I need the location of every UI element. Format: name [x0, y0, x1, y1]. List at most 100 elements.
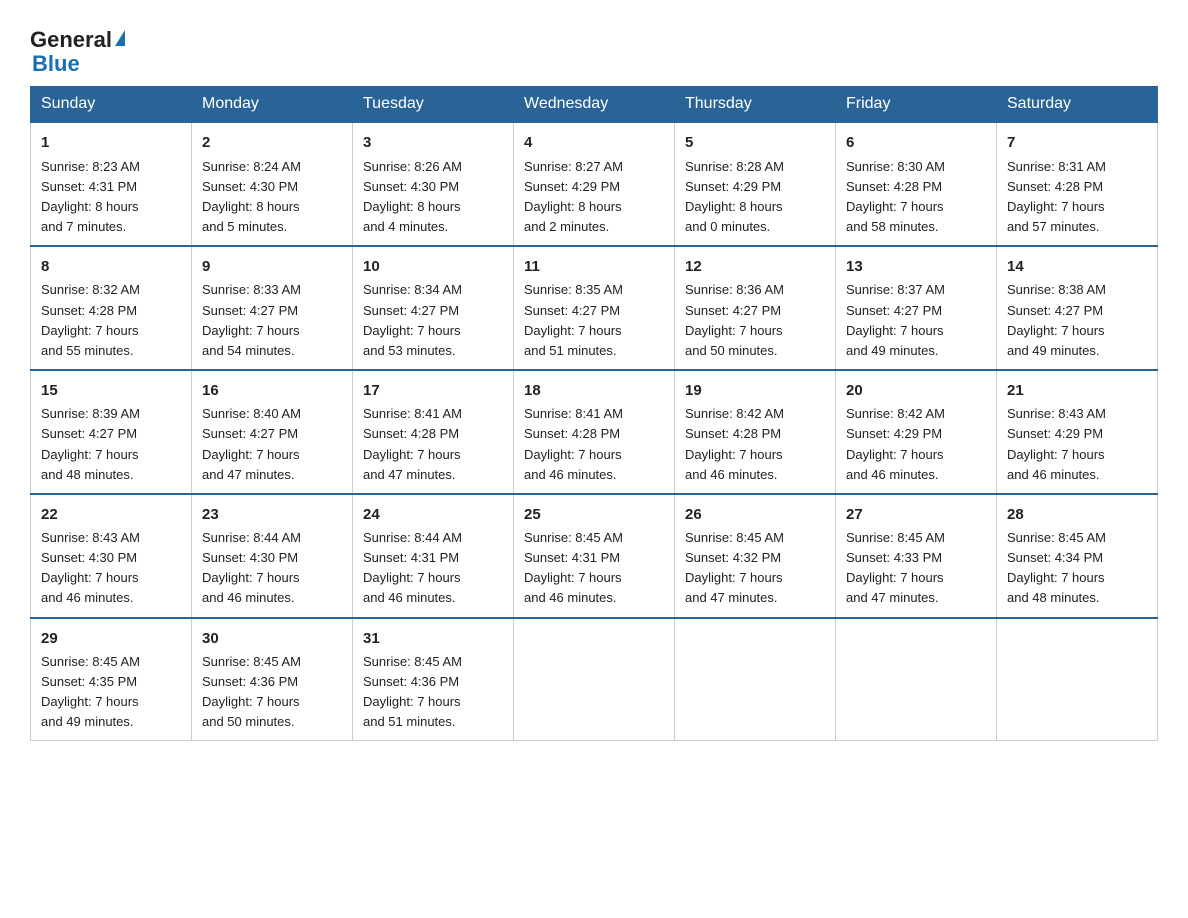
day-info: Sunrise: 8:30 AMSunset: 4:28 PMDaylight:…: [846, 157, 986, 238]
day-number: 12: [685, 255, 825, 278]
calendar-cell-week4-day3: 24Sunrise: 8:44 AMSunset: 4:31 PMDayligh…: [353, 494, 514, 618]
day-number: 25: [524, 503, 664, 526]
calendar-cell-week5-day2: 30Sunrise: 8:45 AMSunset: 4:36 PMDayligh…: [192, 618, 353, 741]
day-info: Sunrise: 8:41 AMSunset: 4:28 PMDaylight:…: [524, 404, 664, 485]
day-number: 18: [524, 379, 664, 402]
day-number: 13: [846, 255, 986, 278]
calendar-cell-week3-day6: 20Sunrise: 8:42 AMSunset: 4:29 PMDayligh…: [836, 370, 997, 494]
calendar-cell-week3-day3: 17Sunrise: 8:41 AMSunset: 4:28 PMDayligh…: [353, 370, 514, 494]
day-info: Sunrise: 8:37 AMSunset: 4:27 PMDaylight:…: [846, 280, 986, 361]
calendar-cell-week4-day6: 27Sunrise: 8:45 AMSunset: 4:33 PMDayligh…: [836, 494, 997, 618]
calendar-cell-week1-day5: 5 Sunrise: 8:28 AMSunset: 4:29 PMDaylight…: [675, 122, 836, 246]
day-number: 7: [1007, 131, 1147, 154]
calendar-cell-week1-day3: 3Sunrise: 8:26 AMSunset: 4:30 PMDaylight…: [353, 122, 514, 246]
day-info: Sunrise: 8:44 AMSunset: 4:30 PMDaylight:…: [202, 528, 342, 609]
day-number: 6: [846, 131, 986, 154]
calendar-week-5: 29Sunrise: 8:45 AMSunset: 4:35 PMDayligh…: [31, 618, 1158, 741]
calendar-body: 1Sunrise: 8:23 AMSunset: 4:31 PMDaylight…: [31, 122, 1158, 741]
calendar-cell-week3-day5: 19Sunrise: 8:42 AMSunset: 4:28 PMDayligh…: [675, 370, 836, 494]
day-info: Sunrise: 8:35 AMSunset: 4:27 PMDaylight:…: [524, 280, 664, 361]
day-number: 28: [1007, 503, 1147, 526]
calendar-cell-week4-day1: 22Sunrise: 8:43 AMSunset: 4:30 PMDayligh…: [31, 494, 192, 618]
weekday-header-row: SundayMondayTuesdayWednesdayThursdayFrid…: [31, 87, 1158, 123]
day-number: 26: [685, 503, 825, 526]
day-number: 29: [41, 627, 181, 650]
day-number: 24: [363, 503, 503, 526]
day-number: 19: [685, 379, 825, 402]
day-number: 15: [41, 379, 181, 402]
day-info: Sunrise: 8:34 AMSunset: 4:27 PMDaylight:…: [363, 280, 503, 361]
calendar-cell-week1-day6: 6 Sunrise: 8:30 AMSunset: 4:28 PMDaylight…: [836, 122, 997, 246]
logo-general: General: [30, 28, 112, 52]
calendar-cell-week4-day7: 28Sunrise: 8:45 AMSunset: 4:34 PMDayligh…: [997, 494, 1158, 618]
calendar-week-3: 15Sunrise: 8:39 AMSunset: 4:27 PMDayligh…: [31, 370, 1158, 494]
calendar-cell-week2-day4: 11Sunrise: 8:35 AMSunset: 4:27 PMDayligh…: [514, 246, 675, 370]
calendar-cell-week2-day3: 10Sunrise: 8:34 AMSunset: 4:27 PMDayligh…: [353, 246, 514, 370]
day-number: 10: [363, 255, 503, 278]
day-info: Sunrise: 8:41 AMSunset: 4:28 PMDaylight:…: [363, 404, 503, 485]
calendar-week-2: 8Sunrise: 8:32 AMSunset: 4:28 PMDaylight…: [31, 246, 1158, 370]
calendar-cell-week5-day5: [675, 618, 836, 741]
day-info: Sunrise: 8:38 AMSunset: 4:27 PMDaylight:…: [1007, 280, 1147, 361]
calendar-cell-week5-day4: [514, 618, 675, 741]
day-number: 22: [41, 503, 181, 526]
day-info: Sunrise: 8:31 AMSunset: 4:28 PMDaylight:…: [1007, 157, 1147, 238]
day-info: Sunrise: 8:28 AMSunset: 4:29 PMDaylight:…: [685, 157, 825, 238]
weekday-header-saturday: Saturday: [997, 87, 1158, 123]
calendar-cell-week4-day5: 26Sunrise: 8:45 AMSunset: 4:32 PMDayligh…: [675, 494, 836, 618]
calendar-cell-week1-day7: 7 Sunrise: 8:31 AMSunset: 4:28 PMDaylight…: [997, 122, 1158, 246]
calendar-week-1: 1Sunrise: 8:23 AMSunset: 4:31 PMDaylight…: [31, 122, 1158, 246]
logo-triangle-icon: [115, 30, 125, 46]
weekday-header-wednesday: Wednesday: [514, 87, 675, 123]
day-info: Sunrise: 8:39 AMSunset: 4:27 PMDaylight:…: [41, 404, 181, 485]
day-number: 23: [202, 503, 342, 526]
day-info: Sunrise: 8:45 AMSunset: 4:36 PMDaylight:…: [363, 652, 503, 733]
weekday-header-monday: Monday: [192, 87, 353, 123]
day-number: 20: [846, 379, 986, 402]
day-info: Sunrise: 8:42 AMSunset: 4:28 PMDaylight:…: [685, 404, 825, 485]
day-number: 3: [363, 131, 503, 154]
day-info: Sunrise: 8:40 AMSunset: 4:27 PMDaylight:…: [202, 404, 342, 485]
calendar-cell-week2-day5: 12Sunrise: 8:36 AMSunset: 4:27 PMDayligh…: [675, 246, 836, 370]
day-info: Sunrise: 8:33 AMSunset: 4:27 PMDaylight:…: [202, 280, 342, 361]
day-number: 14: [1007, 255, 1147, 278]
calendar-week-4: 22Sunrise: 8:43 AMSunset: 4:30 PMDayligh…: [31, 494, 1158, 618]
page-header: General Blue: [30, 20, 1158, 76]
calendar-cell-week3-day7: 21Sunrise: 8:43 AMSunset: 4:29 PMDayligh…: [997, 370, 1158, 494]
day-number: 21: [1007, 379, 1147, 402]
day-number: 30: [202, 627, 342, 650]
calendar-cell-week1-day2: 2 Sunrise: 8:24 AMSunset: 4:30 PMDaylight…: [192, 122, 353, 246]
day-info: Sunrise: 8:45 AMSunset: 4:35 PMDaylight:…: [41, 652, 181, 733]
day-info: Sunrise: 8:42 AMSunset: 4:29 PMDaylight:…: [846, 404, 986, 485]
day-info: Sunrise: 8:45 AMSunset: 4:33 PMDaylight:…: [846, 528, 986, 609]
calendar-cell-week2-day6: 13Sunrise: 8:37 AMSunset: 4:27 PMDayligh…: [836, 246, 997, 370]
day-number: 2: [202, 131, 342, 154]
day-info: Sunrise: 8:43 AMSunset: 4:29 PMDaylight:…: [1007, 404, 1147, 485]
day-info: Sunrise: 8:44 AMSunset: 4:31 PMDaylight:…: [363, 528, 503, 609]
calendar-cell-week2-day1: 8Sunrise: 8:32 AMSunset: 4:28 PMDaylight…: [31, 246, 192, 370]
day-info: Sunrise: 8:32 AMSunset: 4:28 PMDaylight:…: [41, 280, 181, 361]
day-number: 17: [363, 379, 503, 402]
day-info: Sunrise: 8:45 AMSunset: 4:36 PMDaylight:…: [202, 652, 342, 733]
calendar-cell-week4-day4: 25Sunrise: 8:45 AMSunset: 4:31 PMDayligh…: [514, 494, 675, 618]
day-info: Sunrise: 8:24 AMSunset: 4:30 PMDaylight:…: [202, 157, 342, 238]
logo: General Blue: [30, 28, 125, 76]
day-number: 4: [524, 131, 664, 154]
day-number: 1: [41, 131, 181, 154]
day-number: 31: [363, 627, 503, 650]
calendar-cell-week3-day2: 16Sunrise: 8:40 AMSunset: 4:27 PMDayligh…: [192, 370, 353, 494]
calendar-cell-week5-day6: [836, 618, 997, 741]
day-info: Sunrise: 8:27 AMSunset: 4:29 PMDaylight:…: [524, 157, 664, 238]
weekday-header-sunday: Sunday: [31, 87, 192, 123]
calendar-table: SundayMondayTuesdayWednesdayThursdayFrid…: [30, 86, 1158, 741]
calendar-cell-week3-day4: 18Sunrise: 8:41 AMSunset: 4:28 PMDayligh…: [514, 370, 675, 494]
day-number: 27: [846, 503, 986, 526]
day-info: Sunrise: 8:43 AMSunset: 4:30 PMDaylight:…: [41, 528, 181, 609]
day-number: 5: [685, 131, 825, 154]
logo-blue: Blue: [32, 52, 80, 76]
day-number: 11: [524, 255, 664, 278]
weekday-header-friday: Friday: [836, 87, 997, 123]
calendar-cell-week5-day3: 31Sunrise: 8:45 AMSunset: 4:36 PMDayligh…: [353, 618, 514, 741]
calendar-cell-week4-day2: 23Sunrise: 8:44 AMSunset: 4:30 PMDayligh…: [192, 494, 353, 618]
calendar-cell-week5-day7: [997, 618, 1158, 741]
